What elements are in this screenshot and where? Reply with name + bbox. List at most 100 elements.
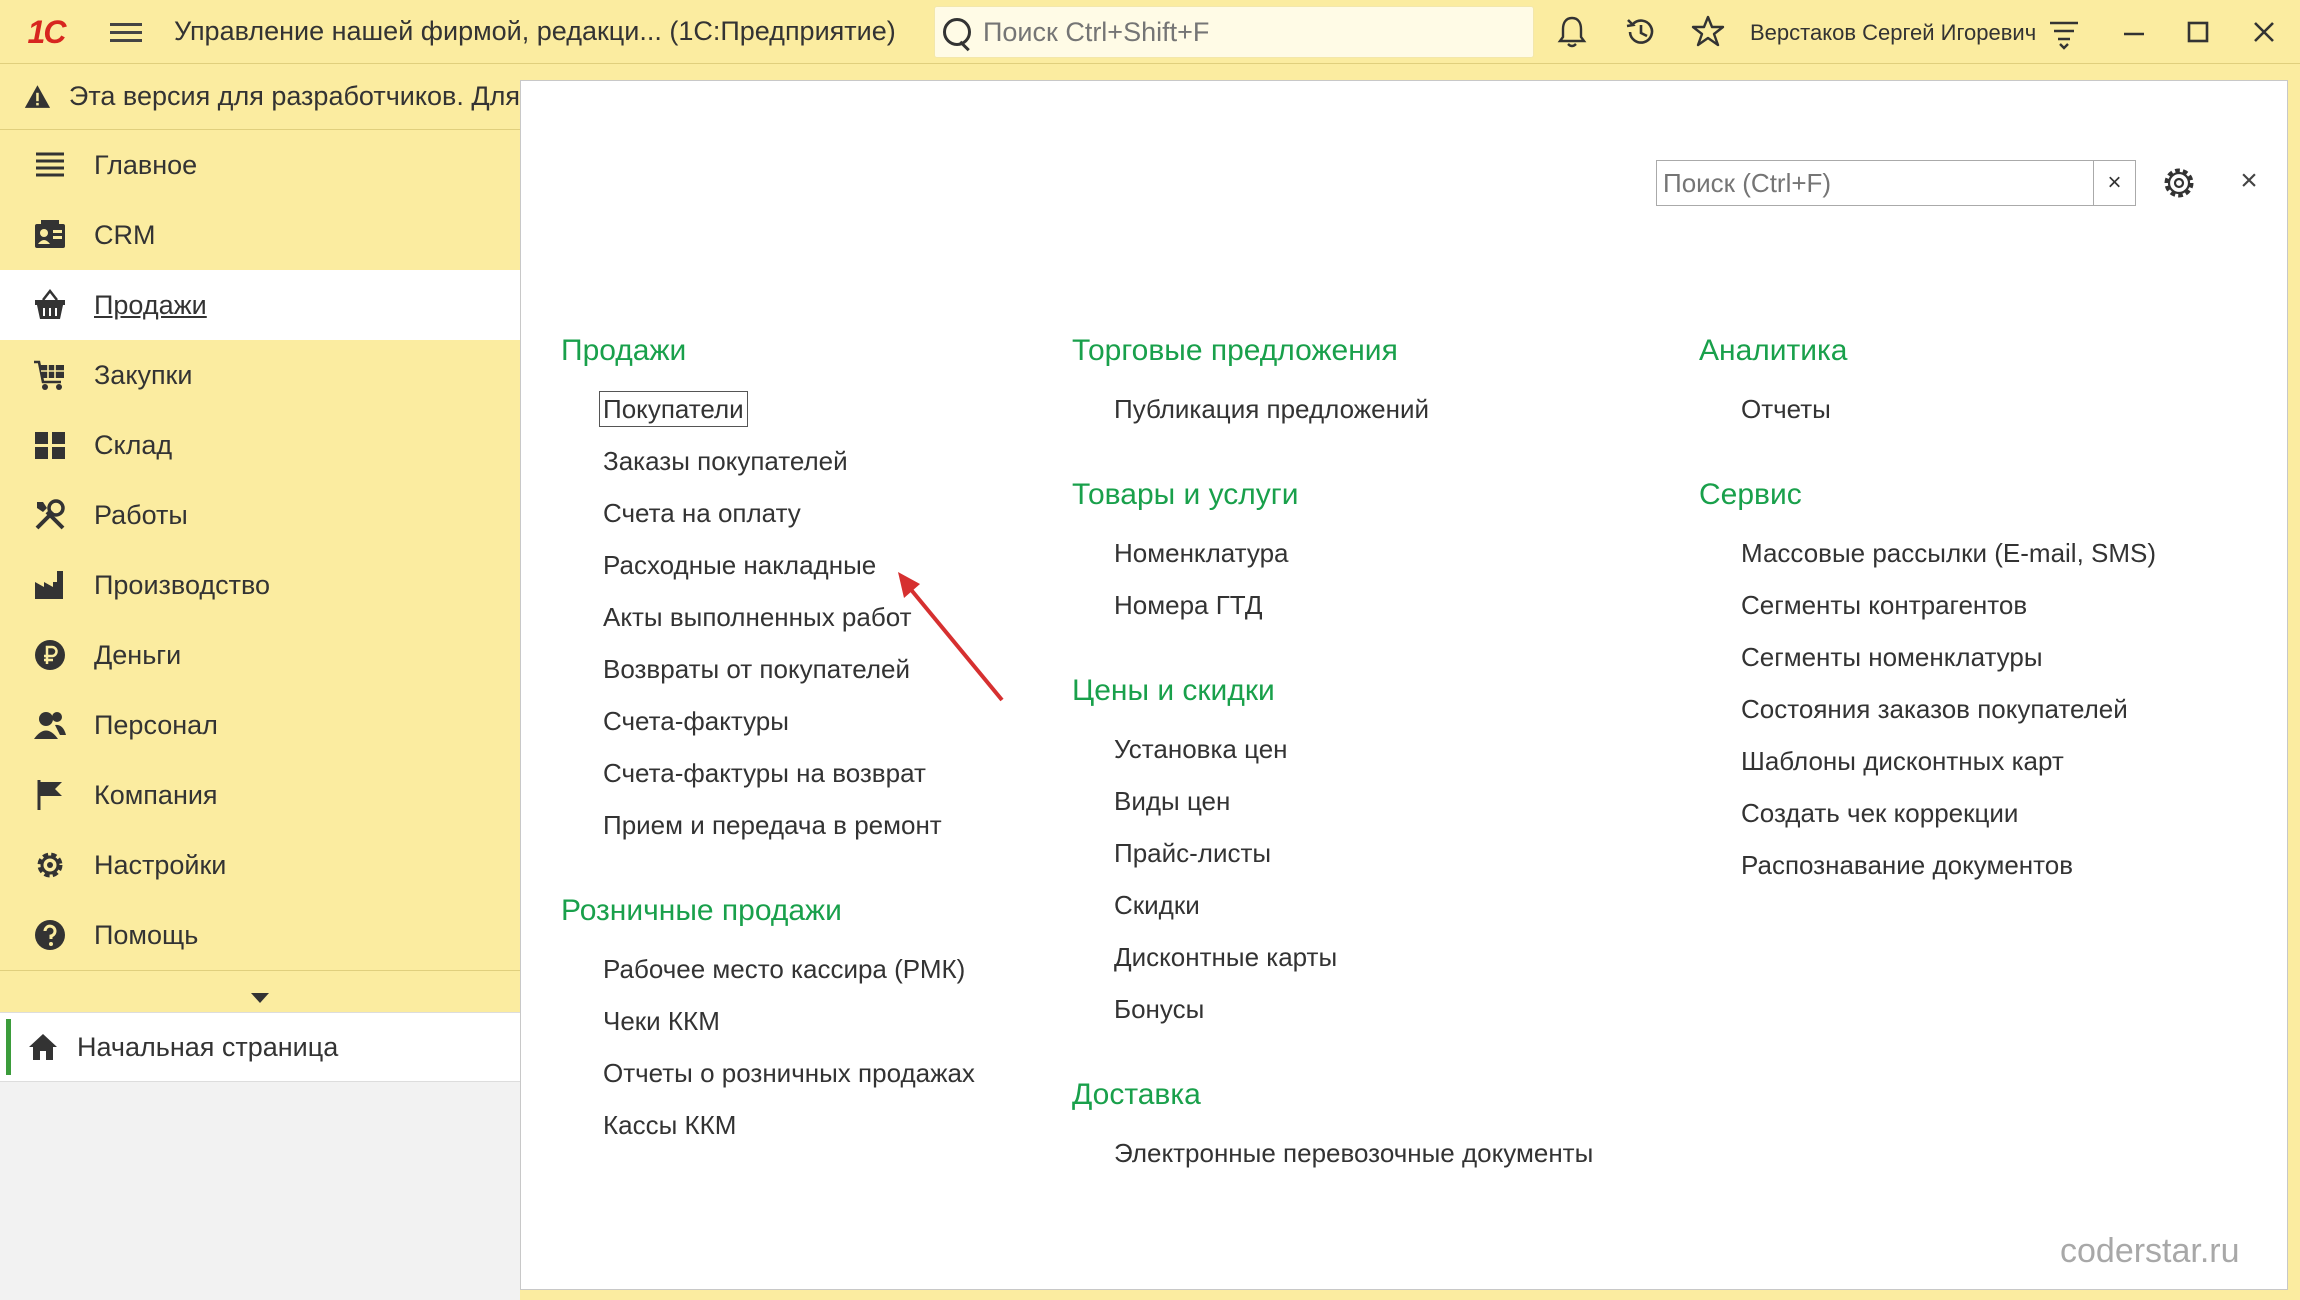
sidebar-item-main[interactable]: Главное: [0, 130, 520, 200]
search-icon: [935, 10, 979, 54]
link-publish-offers[interactable]: Публикация предложений: [1072, 393, 1593, 445]
basket-icon: [30, 285, 70, 325]
column-1: Продажи Покупатели Заказы покупателей Сч…: [561, 331, 975, 1161]
link-customer-orders[interactable]: Заказы покупателей: [561, 445, 975, 497]
link-e-waybills[interactable]: Электронные перевозочные документы: [1072, 1137, 1593, 1189]
section-title[interactable]: Цены и скидки: [1072, 671, 1593, 733]
home-page-tab[interactable]: Начальная страница: [0, 1012, 520, 1082]
link-discount-cards[interactable]: Дисконтные карты: [1072, 941, 1593, 993]
sidebar-item-label: Производство: [94, 569, 271, 600]
history-icon[interactable]: [1622, 14, 1658, 50]
close-window-icon[interactable]: [2246, 14, 2282, 50]
gear-icon[interactable]: [2159, 163, 2199, 203]
tools-icon: [30, 495, 70, 535]
link-cash-registers[interactable]: Кассы ККМ: [561, 1109, 975, 1161]
panel-search-input[interactable]: [1657, 161, 2093, 205]
section-panel: × × Продажи Покупатели Заказы покупателе…: [520, 80, 2288, 1290]
link-discounts[interactable]: Скидки: [1072, 889, 1593, 941]
link-nomenclature-segments[interactable]: Сегменты номенклатуры: [1699, 641, 2156, 693]
link-order-states[interactable]: Состояния заказов покупателей: [1699, 693, 2156, 745]
warehouse-icon: [30, 425, 70, 465]
title-bar: 1С Управление нашей фирмой, редакци... (…: [0, 0, 2300, 64]
app-logo: 1С: [27, 13, 67, 50]
column-3: Аналитика Отчеты Сервис Массовые рассылк…: [1699, 331, 2156, 901]
sidebar-item-warehouse[interactable]: Склад: [0, 410, 520, 480]
section-title[interactable]: Аналитика: [1699, 331, 2156, 393]
annotation-arrow: [898, 572, 1004, 702]
menu-icon[interactable]: [110, 18, 142, 46]
link-customers[interactable]: Покупатели: [561, 391, 975, 445]
sidebar-item-purchases[interactable]: Закупки: [0, 340, 520, 410]
chevron-down-icon: [251, 993, 269, 1003]
sidebar-item-label: Склад: [94, 429, 173, 460]
link-mass-mailing[interactable]: Массовые рассылки (E-mail, SMS): [1699, 537, 2156, 589]
settings-menu-icon[interactable]: [2046, 14, 2082, 50]
sidebar-item-works[interactable]: Работы: [0, 480, 520, 550]
section-title[interactable]: Торговые предложения: [1072, 331, 1593, 393]
sidebar-item-company[interactable]: Компания: [0, 760, 520, 830]
link-bonuses[interactable]: Бонусы: [1072, 993, 1593, 1045]
home-page-label: Начальная страница: [77, 1031, 339, 1062]
sidebar-item-label: Деньги: [94, 639, 182, 670]
sidebar-item-money[interactable]: Деньги: [0, 620, 520, 690]
link-document-recognition[interactable]: Распознавание документов: [1699, 849, 2156, 901]
cart-icon: [30, 355, 70, 395]
link-card-templates[interactable]: Шаблоны дисконтных карт: [1699, 745, 2156, 797]
link-tax-invoices[interactable]: Счета-фактуры: [561, 705, 975, 757]
people-icon: [30, 705, 70, 745]
sidebar-item-crm[interactable]: CRM: [0, 200, 520, 270]
link-gtd-numbers[interactable]: Номера ГТД: [1072, 589, 1593, 641]
warning-icon: [24, 84, 51, 108]
global-search-input[interactable]: [979, 16, 1533, 48]
sidebar-item-sales[interactable]: Продажи: [0, 270, 520, 340]
section-title[interactable]: Розничные продажи: [561, 891, 975, 953]
factory-icon: [30, 565, 70, 605]
link-retail-reports[interactable]: Отчеты о розничных продажах: [561, 1057, 975, 1109]
link-cashier-workplace[interactable]: Рабочее место кассира (РМК): [561, 953, 975, 1005]
bell-icon[interactable]: [1554, 14, 1590, 50]
minimize-icon[interactable]: [2116, 14, 2152, 50]
flag-icon: [30, 775, 70, 815]
clear-icon[interactable]: ×: [2093, 161, 2135, 205]
link-nomenclature[interactable]: Номенклатура: [1072, 537, 1593, 589]
sidebar-item-production[interactable]: Производство: [0, 550, 520, 620]
gear-icon: [30, 845, 70, 885]
link-invoices[interactable]: Счета на оплату: [561, 497, 975, 549]
section-title[interactable]: Сервис: [1699, 475, 2156, 537]
home-icon: [29, 1034, 57, 1060]
close-icon[interactable]: ×: [2229, 161, 2269, 201]
section-title[interactable]: Продажи: [561, 331, 975, 393]
link-price-types[interactable]: Виды цен: [1072, 785, 1593, 837]
sidebar-item-label: Настройки: [94, 849, 227, 880]
global-search[interactable]: [934, 6, 1534, 58]
panel-search[interactable]: ×: [1656, 160, 2136, 206]
sidebar-item-label: Компания: [94, 779, 218, 810]
sidebar-item-label: Продажи: [94, 289, 207, 320]
sidebar-item-settings[interactable]: Настройки: [0, 830, 520, 900]
ruble-icon: [30, 635, 70, 675]
link-counterparty-segments[interactable]: Сегменты контрагентов: [1699, 589, 2156, 641]
link-price-lists[interactable]: Прайс-листы: [1072, 837, 1593, 889]
sidebar-item-personnel[interactable]: Персонал: [0, 690, 520, 760]
help-icon: [30, 915, 70, 955]
section-title[interactable]: Товары и услуги: [1072, 475, 1593, 537]
maximize-icon[interactable]: [2180, 14, 2216, 50]
section-title[interactable]: Доставка: [1072, 1075, 1593, 1137]
link-receipts[interactable]: Чеки ККМ: [561, 1005, 975, 1057]
link-set-prices[interactable]: Установка цен: [1072, 733, 1593, 785]
user-name[interactable]: Верстаков Сергей Игоревич: [1750, 20, 2036, 46]
column-2: Торговые предложения Публикация предложе…: [1072, 331, 1593, 1189]
link-repair[interactable]: Прием и передача в ремонт: [561, 809, 975, 861]
warning-text: Эта версия для разработчиков. Для: [68, 81, 520, 111]
sidebar-item-help[interactable]: Помощь: [0, 900, 520, 970]
link-correction-receipt[interactable]: Создать чек коррекции: [1699, 797, 2156, 849]
link-return-tax-invoices[interactable]: Счета-фактуры на возврат: [561, 757, 975, 809]
link-reports[interactable]: Отчеты: [1699, 393, 2156, 445]
developer-warning-bar: Эта версия для разработчиков. Для: [0, 64, 520, 130]
favorites-star-icon[interactable]: [1690, 14, 1726, 50]
crm-icon: [30, 215, 70, 255]
